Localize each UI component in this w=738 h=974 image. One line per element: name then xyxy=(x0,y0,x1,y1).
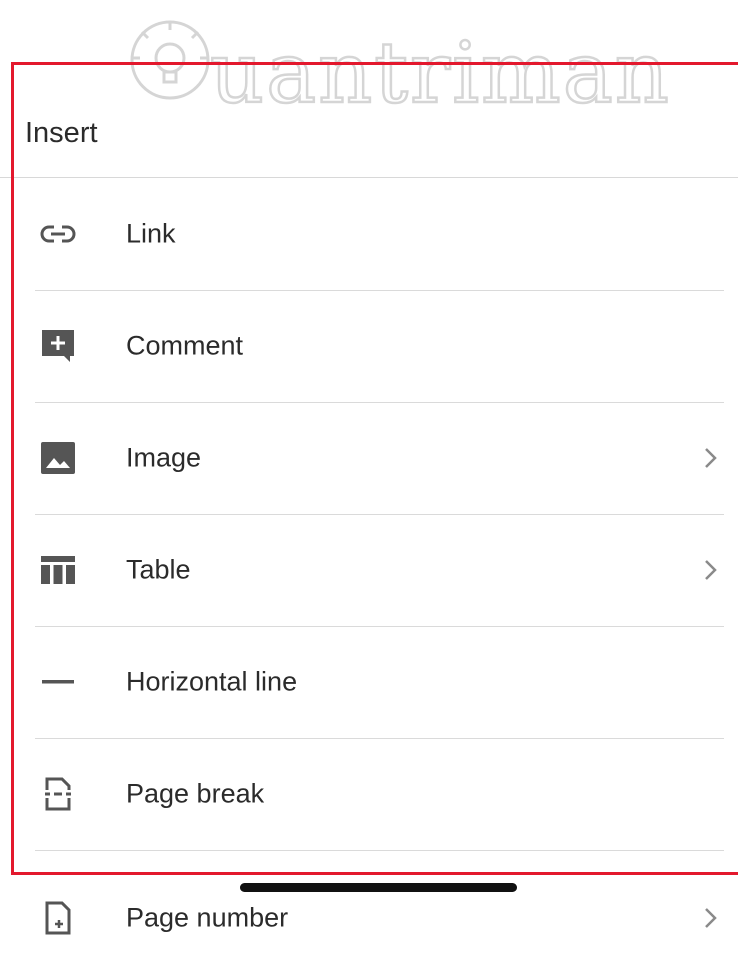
insert-menu-panel: Insert Link Comment Image Table Horizont… xyxy=(0,62,738,935)
menu-item-comment[interactable]: Comment xyxy=(0,290,738,402)
add-comment-icon xyxy=(40,328,76,364)
menu-item-label: Horizontal line xyxy=(126,666,298,697)
horizontal-line-icon xyxy=(40,664,76,700)
menu-item-table[interactable]: Table xyxy=(0,514,738,626)
table-icon xyxy=(40,552,76,588)
chevron-right-icon xyxy=(705,908,717,928)
menu-item-label: Link xyxy=(126,218,176,249)
menu-header: Insert xyxy=(0,62,738,178)
image-icon xyxy=(40,440,76,476)
menu-item-label: Table xyxy=(126,554,191,585)
menu-item-label: Comment xyxy=(126,330,244,361)
home-indicator xyxy=(240,883,517,892)
menu-item-link[interactable]: Link xyxy=(0,178,738,290)
chevron-right-icon xyxy=(705,560,717,580)
menu-title: Insert xyxy=(25,117,98,149)
menu-item-label: Page break xyxy=(126,778,265,809)
menu-item-label: Page number xyxy=(126,902,289,933)
divider xyxy=(35,850,724,851)
menu-item-image[interactable]: Image xyxy=(0,402,738,514)
menu-item-horizontal-line[interactable]: Horizontal line xyxy=(0,626,738,738)
chevron-right-icon xyxy=(705,448,717,468)
menu-item-page-number[interactable]: Page number xyxy=(0,862,738,974)
page-break-icon xyxy=(40,776,76,812)
page-number-icon xyxy=(40,900,76,936)
menu-item-page-break[interactable]: Page break xyxy=(0,738,738,850)
menu-item-label: Image xyxy=(126,442,202,473)
link-icon xyxy=(40,216,76,252)
